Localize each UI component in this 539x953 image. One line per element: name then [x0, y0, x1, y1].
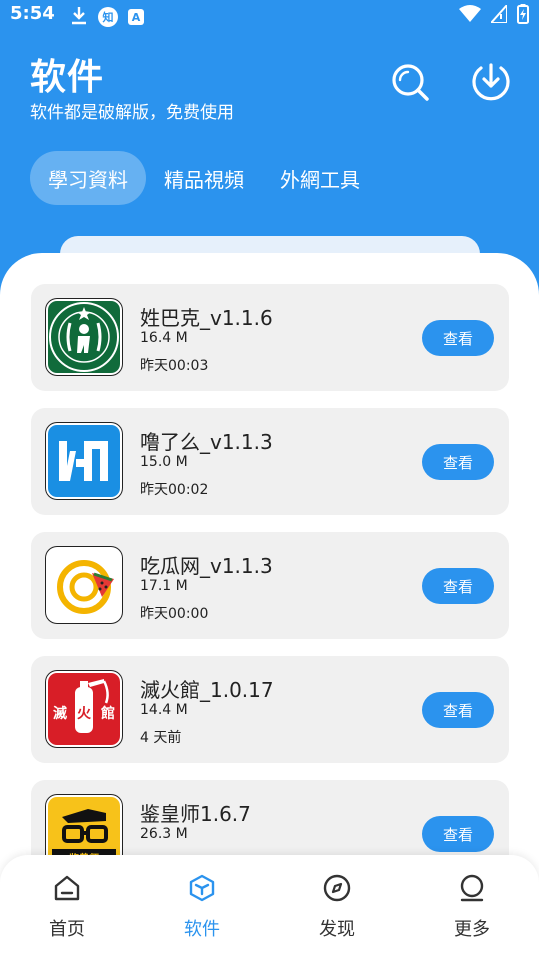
wifi-icon — [459, 5, 481, 27]
app-name: 姓巴克_v1.1.6 — [140, 306, 273, 330]
home-icon — [52, 875, 82, 907]
app-date: 昨天00:02 — [140, 482, 209, 498]
battery-icon — [517, 4, 529, 28]
zhihu-glyph: 知 — [102, 11, 114, 24]
nav-label: 更多 — [454, 919, 490, 940]
cellular-icon — [488, 2, 508, 27]
app-icon — [45, 546, 123, 624]
status-time: 5:54 — [10, 3, 55, 24]
nav-discover[interactable]: 发现 — [287, 873, 387, 941]
list-item[interactable]: 噜了么_v1.1.3 15.0 M 昨天00:02 查看 — [31, 408, 509, 515]
tab-premium-videos[interactable]: 精品視頻 — [146, 151, 262, 205]
starbucks-parody-icon — [48, 301, 120, 373]
app-size: 16.4 M — [140, 330, 188, 346]
download-button[interactable] — [469, 62, 513, 106]
lule-app-icon — [48, 425, 120, 497]
app-date: 昨天00:03 — [140, 358, 209, 374]
list-item[interactable]: 吃瓜网_v1.1.3 17.1 M 昨天00:00 查看 — [31, 532, 509, 639]
app-icon: 滅 火 館 — [45, 670, 123, 748]
app-size: 26.3 M — [140, 826, 188, 842]
view-button[interactable]: 查看 — [422, 692, 494, 728]
cube-icon — [187, 874, 217, 907]
notification-icons: 知 A — [70, 5, 144, 29]
nav-software[interactable]: 软件 — [152, 873, 252, 941]
icon-label-row: 滅 火 館 — [48, 703, 120, 723]
download-icon — [70, 5, 88, 29]
view-button[interactable]: 查看 — [422, 568, 494, 604]
tab-study-materials[interactable]: 學习資料 — [30, 151, 146, 205]
list-item[interactable]: 姓巴克_v1.1.6 16.4 M 昨天00:03 查看 — [31, 284, 509, 391]
bottom-navigation: 首页 软件 发现 更多 — [0, 855, 539, 953]
view-button[interactable]: 查看 — [422, 444, 494, 480]
nav-label: 软件 — [184, 919, 220, 940]
icon-char: 滅 — [53, 706, 67, 722]
translate-glyph: A — [131, 10, 141, 24]
status-bar: 5:54 知 A — [0, 0, 539, 30]
app-size: 15.0 M — [140, 454, 188, 470]
app-size: 14.4 M — [140, 702, 188, 718]
page-subtitle: 软件都是破解版，免费使用 — [30, 103, 234, 123]
app-icon — [45, 422, 123, 500]
download-circle-icon — [471, 62, 511, 106]
category-tabs: 學习資料 精品視頻 外網工具 — [30, 151, 378, 205]
page-title: 软件 — [30, 57, 105, 98]
app-size: 17.1 M — [140, 578, 188, 594]
nav-label: 首页 — [49, 919, 85, 940]
system-icons — [459, 2, 529, 28]
icon-char: 火 — [77, 706, 91, 722]
translate-icon: A — [128, 9, 144, 25]
app-icon — [45, 298, 123, 376]
app-name: 鉴皇师1.6.7 — [140, 802, 251, 826]
icon-char: 館 — [101, 706, 115, 722]
search-icon — [390, 62, 430, 106]
app-date: 4 天前 — [140, 730, 182, 746]
app-name: 吃瓜网_v1.1.3 — [140, 554, 273, 578]
view-button[interactable]: 查看 — [422, 320, 494, 356]
app-name: 噜了么_v1.1.3 — [140, 430, 273, 454]
user-icon — [457, 874, 487, 907]
nav-home[interactable]: 首页 — [17, 873, 117, 941]
nav-more[interactable]: 更多 — [422, 873, 522, 941]
nav-label: 发现 — [319, 919, 355, 940]
compass-icon — [322, 874, 352, 907]
view-button[interactable]: 查看 — [422, 816, 494, 852]
fire-extinguisher-app-icon: 滅 火 館 — [48, 673, 120, 745]
app-list: 姓巴克_v1.1.6 16.4 M 昨天00:03 查看 噜了么_v1.1.3 … — [0, 253, 539, 953]
app-name: 滅火館_1.0.17 — [140, 678, 274, 702]
app-date: 昨天00:00 — [140, 606, 209, 622]
tab-external-tools[interactable]: 外網工具 — [262, 151, 378, 205]
zhihu-icon: 知 — [98, 7, 118, 27]
list-item[interactable]: 滅 火 館 滅火館_1.0.17 14.4 M 4 天前 查看 — [31, 656, 509, 763]
search-button[interactable] — [388, 62, 432, 106]
melon-app-icon — [48, 549, 120, 621]
